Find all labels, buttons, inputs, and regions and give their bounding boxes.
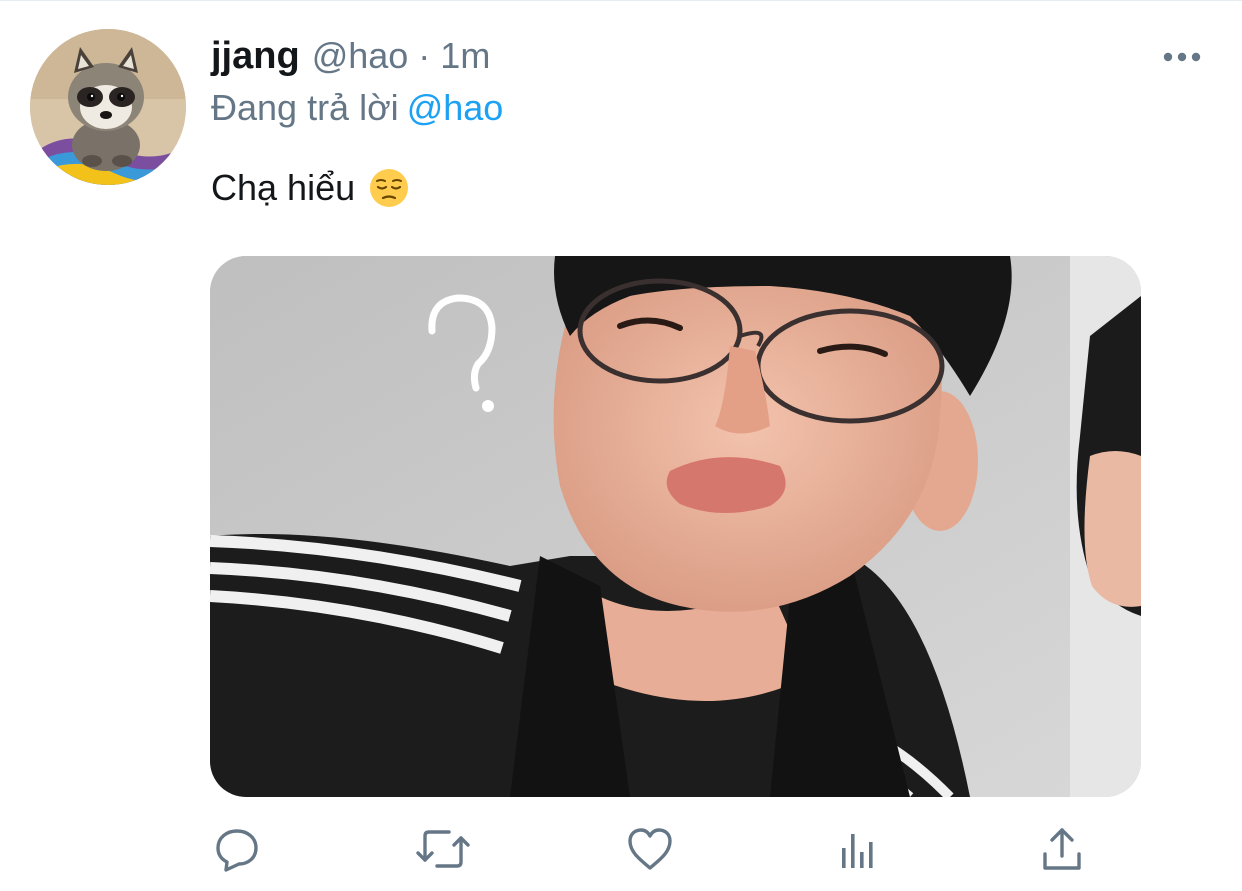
tweet-actions [0, 821, 1242, 877]
replying-to-mention[interactable]: @hao [407, 87, 504, 128]
retweet-button[interactable] [415, 821, 471, 877]
like-button[interactable] [622, 821, 678, 877]
tweet-header: jjang @hao · 1m [211, 35, 490, 81]
media-photo [210, 256, 1141, 797]
retweet-icon [416, 830, 470, 868]
timestamp[interactable]: 1m [440, 35, 490, 77]
tweet-media-image[interactable] [210, 256, 1141, 797]
tweet-body: Chạ hiểu [211, 167, 356, 208]
tweet: jjang @hao · 1m Đang trả lời @hao Chạ hiể… [0, 0, 1242, 891]
more-horizontal-icon [1163, 52, 1201, 62]
separator-dot: · [418, 35, 431, 76]
analytics-icon [842, 834, 873, 868]
like-icon [628, 828, 672, 870]
display-name[interactable]: jjang [211, 35, 300, 78]
raccoon-avatar-image [30, 29, 186, 185]
user-handle[interactable]: @hao [312, 35, 409, 77]
replying-to-label: Đang trả lời [211, 87, 399, 128]
pensive-face-emoji [370, 169, 409, 207]
tweet-text: Chạ hiểu [211, 167, 409, 209]
replying-to-line: Đang trả lời @hao [211, 87, 503, 129]
reply-icon [216, 829, 258, 872]
share-icon [1043, 828, 1081, 870]
share-button[interactable] [1034, 821, 1090, 877]
reply-button[interactable] [209, 821, 265, 877]
avatar[interactable] [30, 29, 186, 185]
more-options-button[interactable] [1152, 37, 1212, 77]
analytics-button[interactable] [828, 821, 884, 877]
